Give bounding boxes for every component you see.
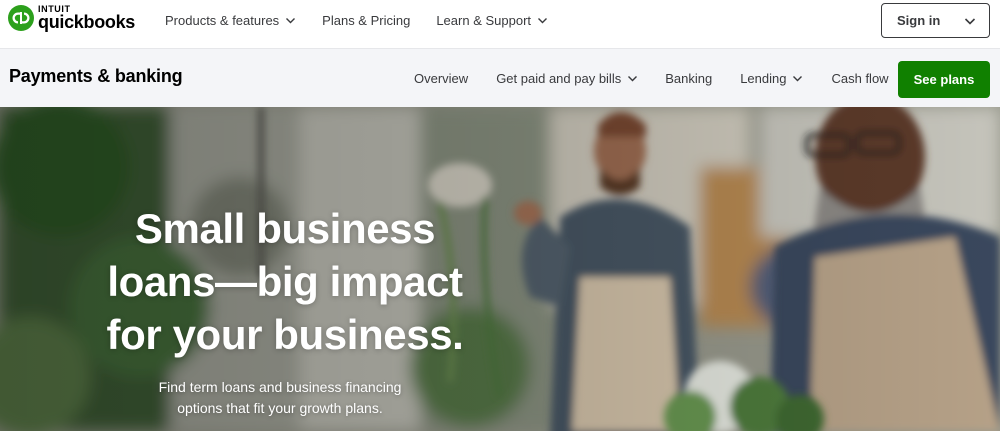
hero-subtext-line-2: options that fit your growth plans. bbox=[177, 400, 383, 416]
nav-plans-pricing-label: Plans & Pricing bbox=[322, 12, 411, 28]
nav-plans-pricing[interactable]: Plans & Pricing bbox=[322, 13, 410, 28]
chevron-down-icon bbox=[285, 15, 296, 26]
chevron-down-icon bbox=[964, 15, 976, 26]
see-plans-label: See plans bbox=[913, 72, 975, 87]
nav-learn-support[interactable]: Learn & Support bbox=[436, 13, 548, 28]
section-navigation: Payments & banking Overview Get paid and… bbox=[0, 48, 1000, 107]
subnav-get-paid-pay-bills[interactable]: Get paid and pay bills bbox=[496, 71, 638, 86]
quickbooks-wordmark: quickbooks bbox=[38, 12, 136, 32]
quickbooks-logo-icon bbox=[8, 5, 34, 31]
quickbooks-logo[interactable]: INTUIT quickbooks bbox=[8, 5, 135, 31]
hero-headline-line-1: Small business bbox=[134, 205, 436, 252]
hero-banner: Small business loans—big impact for your… bbox=[0, 107, 1000, 431]
hero-headline-line-2: loans—big impact bbox=[107, 258, 463, 305]
subnav-get-paid-pay-bills-label: Get paid and pay bills bbox=[496, 71, 622, 86]
subnav-cash-flow[interactable]: Cash flow bbox=[831, 71, 888, 86]
section-links: Overview Get paid and pay bills Banking … bbox=[414, 49, 889, 108]
sign-in-button[interactable]: Sign in bbox=[881, 3, 990, 38]
sign-in-label: Sign in bbox=[897, 13, 941, 28]
hero-subtext-line-1: Find term loans and business financing bbox=[158, 379, 402, 395]
subnav-overview-label: Overview bbox=[414, 71, 469, 86]
primary-nav: Products & features Plans & Pricing Lear… bbox=[165, 0, 548, 40]
subnav-lending-label: Lending bbox=[740, 71, 787, 86]
see-plans-button[interactable]: See plans bbox=[898, 61, 990, 98]
chevron-down-icon bbox=[792, 73, 803, 84]
nav-learn-support-label: Learn & Support bbox=[436, 12, 532, 28]
subnav-cash-flow-label: Cash flow bbox=[831, 71, 889, 86]
subnav-lending[interactable]: Lending bbox=[740, 71, 803, 86]
top-navigation: INTUIT quickbooks Products & features Pl… bbox=[0, 0, 1000, 48]
subnav-banking-label: Banking bbox=[665, 71, 713, 86]
hero-headline-line-3: for your business. bbox=[106, 311, 464, 358]
subnav-overview[interactable]: Overview bbox=[414, 71, 468, 86]
section-title: Payments & banking bbox=[9, 66, 183, 86]
hero-headline: Small business loans—big impact for your… bbox=[60, 202, 510, 361]
chevron-down-icon bbox=[537, 15, 548, 26]
nav-products-features-label: Products & features bbox=[165, 12, 280, 28]
nav-products-features[interactable]: Products & features bbox=[165, 13, 296, 28]
subnav-banking[interactable]: Banking bbox=[665, 71, 712, 86]
hero-subtext: Find term loans and business financing o… bbox=[110, 377, 450, 419]
chevron-down-icon bbox=[627, 73, 638, 84]
